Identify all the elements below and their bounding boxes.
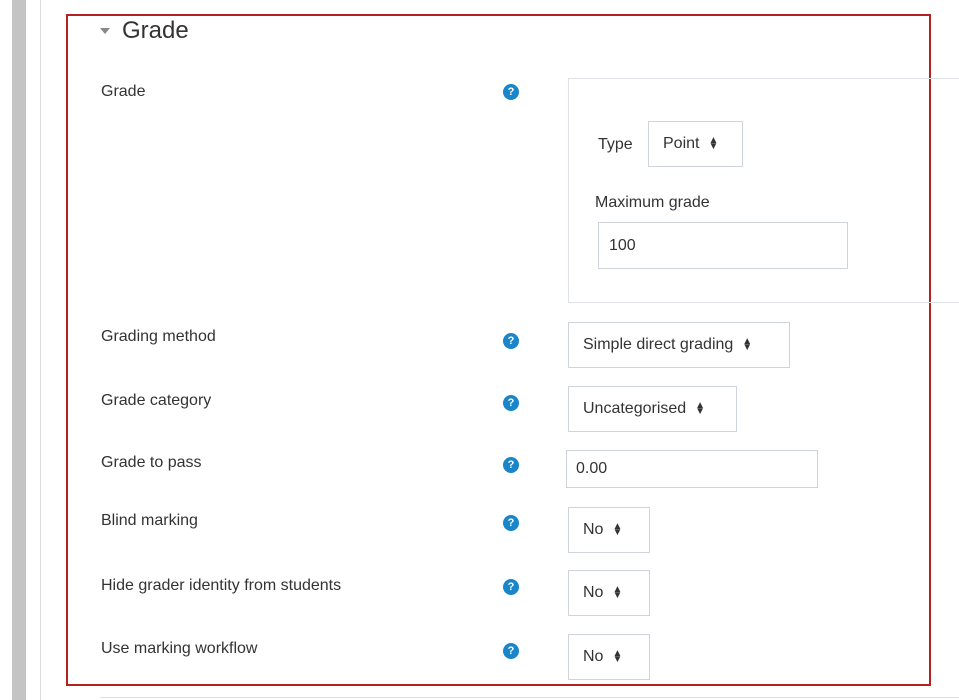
maximum-grade-label: Maximum grade [595, 194, 710, 211]
grade-type-value: Point [663, 135, 700, 152]
grade-category-select[interactable]: Uncategorised ▲ ▼ [568, 386, 737, 432]
grade-fieldset [568, 78, 959, 303]
maximum-grade-value: 100 [609, 236, 636, 254]
sort-arrows-icon: ▲ ▼ [612, 521, 623, 538]
sort-arrows-icon: ▲ ▼ [612, 648, 623, 665]
marking-workflow-select[interactable]: No ▲ ▼ [568, 634, 650, 680]
grade-category-label: Grade category [101, 392, 212, 409]
sort-arrows-icon: ▲ ▼ [695, 400, 706, 417]
grade-to-pass-value: 0.00 [576, 460, 608, 477]
question-circle-icon[interactable]: ? [503, 333, 519, 349]
grade-category-value: Uncategorised [583, 400, 687, 417]
question-circle-icon[interactable]: ? [503, 643, 519, 659]
grading-method-label: Grading method [101, 328, 216, 345]
question-circle-icon[interactable]: ? [503, 84, 519, 100]
blind-marking-value: No [583, 521, 604, 538]
hide-grader-identity-value: No [583, 584, 604, 601]
section-bottom-divider [100, 697, 959, 698]
left-divider [40, 0, 41, 700]
sort-arrows-icon: ▲ ▼ [612, 584, 623, 601]
grade-label: Grade [101, 83, 146, 100]
question-circle-icon[interactable]: ? [503, 395, 519, 411]
section-title: Grade [122, 17, 189, 44]
question-circle-icon[interactable]: ? [503, 579, 519, 595]
hide-grader-identity-label: Hide grader identity from students [101, 577, 342, 594]
marking-workflow-value: No [583, 648, 604, 665]
caret-down-icon [100, 28, 110, 34]
grade-type-select[interactable]: Point ▲ ▼ [648, 121, 743, 167]
grading-method-select[interactable]: Simple direct grading ▲ ▼ [568, 322, 790, 368]
question-circle-icon[interactable]: ? [503, 515, 519, 531]
section-header-grade[interactable]: Grade [100, 17, 189, 45]
maximum-grade-input[interactable]: 100 [598, 222, 848, 269]
sort-arrows-icon: ▲ ▼ [742, 336, 753, 353]
left-scroll-rail [12, 0, 26, 700]
grade-type-label: Type [598, 136, 633, 153]
sort-arrows-icon: ▲ ▼ [708, 135, 719, 152]
grade-to-pass-input[interactable]: 0.00 [566, 450, 818, 488]
blind-marking-select[interactable]: No ▲ ▼ [568, 507, 650, 553]
blind-marking-label: Blind marking [101, 512, 198, 529]
grading-method-value: Simple direct grading [583, 336, 734, 353]
question-circle-icon[interactable]: ? [503, 457, 519, 473]
hide-grader-identity-select[interactable]: No ▲ ▼ [568, 570, 650, 616]
grade-to-pass-label: Grade to pass [101, 454, 202, 471]
marking-workflow-label: Use marking workflow [101, 640, 258, 657]
